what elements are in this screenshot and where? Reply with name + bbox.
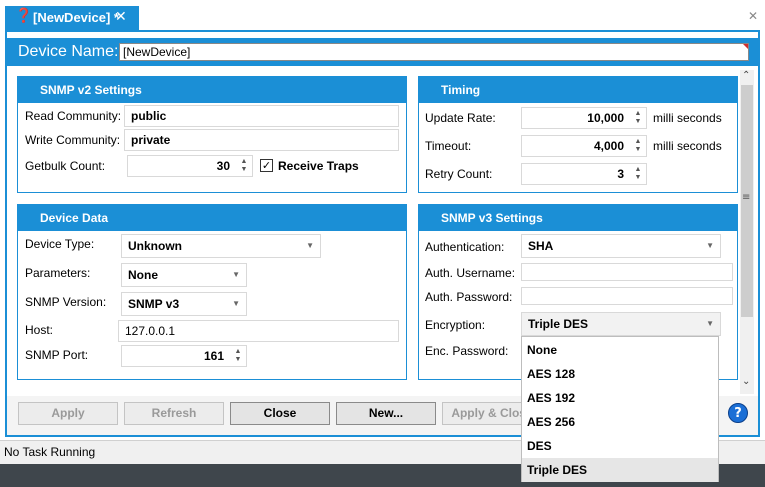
status-text: No Task Running — [4, 445, 96, 459]
question-mark-icon: ❓ — [15, 8, 33, 24]
authentication-dropdown[interactable]: SHA ▼ — [521, 234, 721, 258]
spinner-icon[interactable]: ▲ ▼ — [633, 138, 643, 154]
encryption-option-aes192[interactable]: AES 192 — [522, 386, 718, 410]
window-close-icon[interactable]: ✕ — [748, 9, 758, 23]
scroll-thumb[interactable]: ≡ — [741, 85, 753, 317]
host-label: Host: — [25, 323, 54, 337]
chevron-down-icon: ▼ — [232, 270, 240, 279]
encryption-option-none[interactable]: None — [522, 338, 718, 362]
vertical-scrollbar[interactable]: ⌃ ≡ ⌄ — [740, 70, 754, 394]
new-button[interactable]: New... — [336, 402, 436, 425]
update-rate-unit: milli seconds — [653, 111, 722, 125]
host-input[interactable]: 127.0.0.1 — [118, 320, 399, 342]
receive-traps-label: Receive Traps — [278, 159, 359, 173]
spinner-icon[interactable]: ▲ ▼ — [633, 166, 643, 182]
device-name-bar: Device Name: [NewDevice] — [7, 38, 758, 66]
spinner-icon[interactable]: ▲ ▼ — [633, 110, 643, 126]
timeout-unit: milli seconds — [653, 139, 722, 153]
spinner-icon[interactable]: ▲ ▼ — [233, 348, 243, 364]
device-name-label: Device Name: — [18, 43, 119, 60]
encryption-option-aes128[interactable]: AES 128 — [522, 362, 718, 386]
parameters-label: Parameters: — [25, 266, 91, 280]
help-icon[interactable]: ? — [728, 403, 748, 423]
encryption-option-triple-des[interactable]: Triple DES — [522, 458, 718, 482]
auth-password-input[interactable] — [521, 287, 733, 305]
encryption-option-aes256[interactable]: AES 256 — [522, 410, 718, 434]
tab-title: [NewDevice] * — [33, 10, 119, 25]
snmp-v2-title: SNMP v2 Settings — [18, 77, 406, 103]
close-button[interactable]: Close — [230, 402, 330, 425]
refresh-button[interactable]: Refresh — [124, 402, 224, 425]
encryption-dropdown-list: None AES 128 AES 192 AES 256 DES Triple … — [521, 336, 719, 482]
snmp-version-label: SNMP Version: — [25, 295, 107, 309]
timing-title: Timing — [419, 77, 737, 103]
encryption-dropdown[interactable]: Triple DES ▼ — [521, 312, 721, 336]
enc-password-label: Enc. Password: — [425, 344, 509, 358]
write-community-label: Write Community: — [25, 133, 121, 147]
snmp-port-label: SNMP Port: — [25, 348, 89, 362]
retry-count-label: Retry Count: — [425, 167, 493, 181]
spinner-icon[interactable]: ▲ ▼ — [239, 158, 249, 174]
encryption-option-des[interactable]: DES — [522, 434, 718, 458]
chevron-down-icon: ▼ — [306, 241, 314, 250]
scroll-down-icon[interactable]: ⌄ — [742, 376, 750, 387]
read-community-label: Read Community: — [25, 109, 122, 123]
update-rate-stepper[interactable]: 10,000 ▲ ▼ — [521, 107, 647, 129]
receive-traps-checkbox[interactable]: ✓ — [260, 159, 273, 172]
chevron-down-icon: ▼ — [706, 241, 714, 250]
timeout-stepper[interactable]: 4,000 ▲ ▼ — [521, 135, 647, 157]
device-name-input[interactable]: [NewDevice] — [119, 43, 749, 61]
device-type-dropdown[interactable]: Unknown ▼ — [121, 234, 321, 258]
required-marker-icon — [743, 44, 748, 49]
apply-button[interactable]: Apply — [18, 402, 118, 425]
parameters-dropdown[interactable]: None ▼ — [121, 263, 247, 287]
device-data-title: Device Data — [18, 205, 406, 231]
snmp-v3-title: SNMP v3 Settings — [419, 205, 737, 231]
auth-password-label: Auth. Password: — [425, 290, 513, 304]
scroll-up-icon[interactable]: ⌃ — [742, 70, 750, 81]
chevron-down-icon: ▼ — [232, 299, 240, 308]
update-rate-label: Update Rate: — [425, 111, 496, 125]
document-tab[interactable]: ❓ [NewDevice] * ✕ — [5, 6, 139, 30]
write-community-input[interactable]: private — [124, 129, 399, 151]
authentication-label: Authentication: — [425, 240, 505, 254]
chevron-down-icon: ▼ — [706, 319, 714, 328]
encryption-label: Encryption: — [425, 318, 486, 332]
snmp-port-stepper[interactable]: 161 ▲ ▼ — [121, 345, 247, 367]
getbulk-stepper[interactable]: 30 ▲ ▼ — [127, 155, 253, 177]
auth-username-input[interactable] — [521, 263, 733, 281]
grip-icon: ≡ — [742, 192, 751, 203]
tab-close-icon[interactable]: ✕ — [115, 9, 127, 25]
retry-count-stepper[interactable]: 3 ▲ ▼ — [521, 163, 647, 185]
auth-username-label: Auth. Username: — [425, 266, 516, 280]
read-community-input[interactable]: public — [124, 105, 399, 127]
snmp-version-dropdown[interactable]: SNMP v3 ▼ — [121, 292, 247, 316]
getbulk-label: Getbulk Count: — [25, 159, 106, 173]
timeout-label: Timeout: — [425, 139, 472, 153]
device-type-label: Device Type: — [25, 237, 95, 251]
